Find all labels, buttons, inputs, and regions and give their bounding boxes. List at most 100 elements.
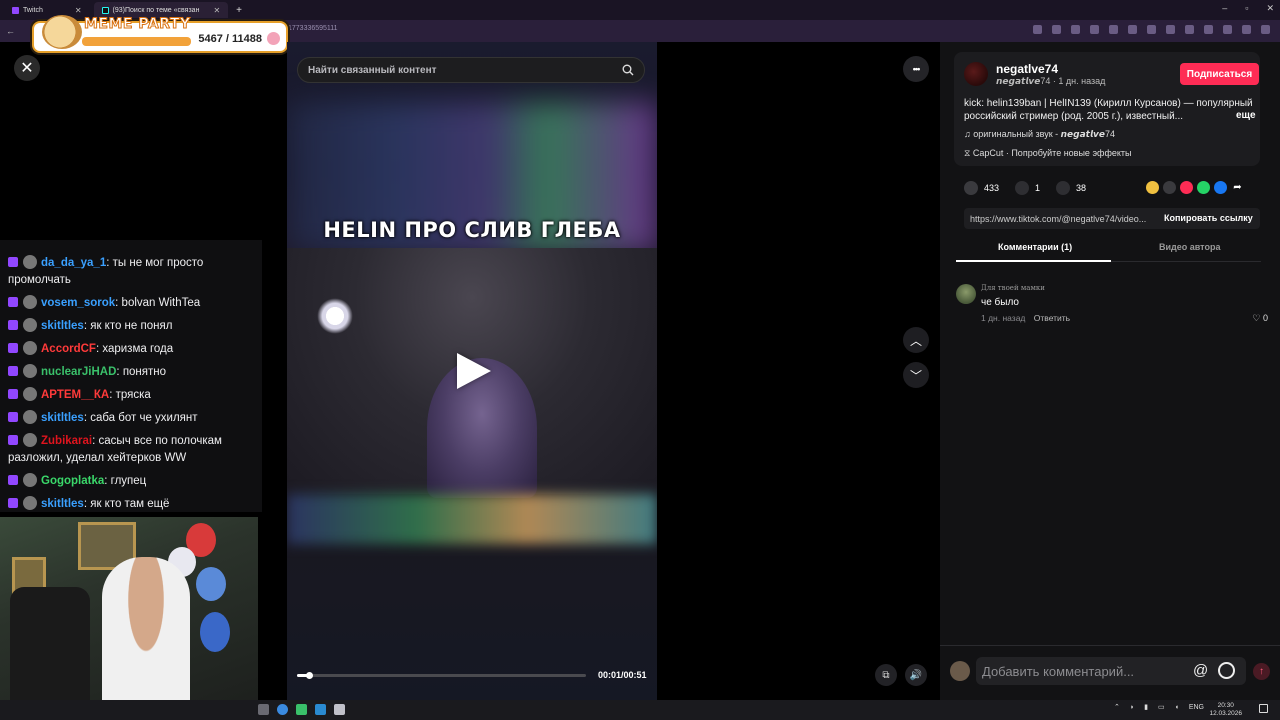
speaker-icon[interactable]: ◗	[1130, 704, 1134, 711]
extension-icon[interactable]	[1090, 25, 1099, 34]
emoji-icon[interactable]	[1218, 662, 1235, 679]
chat-username[interactable]: skitltles	[41, 498, 84, 510]
chevron-up-icon[interactable]: ⌃	[1114, 703, 1120, 711]
close-window-icon[interactable]: ✕	[1266, 3, 1274, 14]
extension-icon[interactable]	[1166, 25, 1175, 34]
chat-username[interactable]: vosem_sorok	[41, 297, 115, 309]
facebook-icon[interactable]	[1214, 181, 1227, 194]
app-icon[interactable]	[334, 704, 345, 715]
heart-icon[interactable]	[964, 181, 978, 195]
chat-username[interactable]: skitltles	[41, 320, 84, 332]
bookmark-icon[interactable]	[1056, 181, 1071, 195]
extension-icon[interactable]	[1204, 25, 1213, 34]
comment-avatar[interactable]	[956, 284, 976, 304]
like-count: 433	[984, 183, 1000, 193]
comment-username[interactable]: Для твоей мамки	[981, 284, 1045, 292]
app-icon[interactable]	[296, 704, 307, 715]
tab-author-videos[interactable]: Видео автора	[1159, 242, 1220, 252]
chat-username[interactable]: nuclearJiHAD	[41, 366, 116, 378]
embed-icon[interactable]	[1163, 181, 1176, 194]
clock-date: 12.03.2026	[1209, 710, 1242, 717]
repost-icon[interactable]	[1146, 181, 1159, 194]
description-more-link[interactable]: еще	[1236, 110, 1256, 121]
chat-message: AccordCF: харизма года	[0, 338, 262, 361]
chat-username[interactable]: Gogoplatka	[41, 475, 104, 487]
extension-icon[interactable]	[1071, 25, 1080, 34]
bookmark-star-icon[interactable]	[1052, 25, 1061, 34]
video-progress-bar[interactable]	[297, 672, 586, 679]
extension-icon[interactable]	[1109, 25, 1118, 34]
network-icon[interactable]: ▭	[1158, 703, 1165, 711]
doge-icon	[42, 15, 82, 49]
close-icon: ✕	[20, 60, 34, 77]
chevron-down-icon: ﹀	[909, 368, 922, 383]
previous-video-button[interactable]: ︿	[903, 327, 929, 353]
chat-username[interactable]: AccordCF	[41, 343, 96, 355]
subscriber-badge-icon	[8, 343, 18, 353]
share-link-text: https://www.tiktok.com/@negatlve74/video…	[970, 213, 1147, 224]
chat-text: bolvan WithTea	[121, 297, 201, 309]
close-tab-icon[interactable]: ✕	[75, 6, 82, 15]
app-icon[interactable]	[315, 704, 326, 715]
clock[interactable]: 20:30 12.03.2026	[1209, 702, 1242, 718]
copy-link-button[interactable]: Копировать ссылку	[1164, 213, 1253, 223]
video-actions: 433 1 38	[964, 181, 1086, 195]
chat-message: АРТЕМ__КА: тряска	[0, 384, 262, 407]
next-video-button[interactable]: ﹀	[903, 362, 929, 388]
chat-text: тряска	[115, 389, 151, 401]
maximize-icon[interactable]: ▫	[1245, 3, 1248, 14]
send-arrow-icon: ↑	[1259, 666, 1264, 677]
mention-icon[interactable]: @	[1193, 662, 1208, 679]
volume-button[interactable]: 🔊	[905, 664, 927, 686]
comment-like[interactable]: ♡ 0	[1252, 313, 1268, 324]
volume-icon[interactable]: ◖	[1175, 704, 1179, 711]
extension-icon[interactable]	[1147, 25, 1156, 34]
close-button[interactable]: ✕	[14, 55, 40, 81]
comment-icon[interactable]	[1015, 181, 1030, 195]
extension-icon[interactable]	[1223, 25, 1232, 34]
chrome-icon[interactable]	[277, 704, 288, 715]
new-tab-icon[interactable]: +	[236, 5, 242, 16]
menu-icon[interactable]	[1261, 25, 1270, 34]
whatsapp-icon[interactable]	[1197, 181, 1210, 194]
profile-icon[interactable]	[1242, 25, 1251, 34]
browser-tab-twitch[interactable]: Twitch ✕	[4, 2, 90, 18]
search-icon[interactable]	[622, 64, 634, 76]
pip-button[interactable]: ⧉	[875, 664, 897, 686]
url-text[interactable]: 1773336595111	[288, 25, 338, 32]
mic-icon[interactable]: ▮	[1144, 703, 1148, 711]
chat-message: vosem_sorok: bolvan WithTea	[0, 292, 262, 315]
author-name[interactable]: negatlve74	[996, 62, 1058, 76]
comment-input-placeholder: Добавить комментарий...	[982, 663, 1135, 679]
extension-icon[interactable]	[1128, 25, 1137, 34]
video-progress-knob[interactable]	[305, 672, 313, 679]
comment-reply-button[interactable]: Ответить	[1034, 313, 1070, 323]
extension-icon[interactable]	[1185, 25, 1194, 34]
chat-username[interactable]: АРТЕМ__КА	[41, 389, 109, 401]
share-arrow-icon[interactable]: ➦	[1231, 181, 1244, 194]
tab-comments[interactable]: Комментарии (1)	[998, 242, 1072, 252]
chat-username[interactable]: Zubikarai	[41, 435, 92, 447]
related-search-input[interactable]: Найти связанный контент	[297, 57, 645, 83]
send-comment-button[interactable]: ↑	[1253, 663, 1270, 680]
back-icon[interactable]: ←	[6, 26, 15, 36]
language-indicator[interactable]: ENG	[1189, 704, 1204, 711]
screen-icon[interactable]	[1033, 25, 1042, 34]
clock-time: 20:30	[1217, 702, 1234, 709]
send-icon[interactable]	[1180, 181, 1193, 194]
close-tab-icon[interactable]: ✕	[213, 6, 220, 15]
follow-button[interactable]: Подписаться	[1180, 63, 1259, 85]
chat-username[interactable]: da_da_ya_1	[41, 257, 106, 269]
play-icon[interactable]	[457, 353, 491, 389]
minimize-icon[interactable]: –	[1222, 3, 1227, 14]
author-avatar[interactable]	[964, 62, 988, 86]
more-options-button[interactable]: •••	[903, 56, 929, 82]
gaming-chair	[10, 587, 90, 717]
sound-link[interactable]: ♫ оригинальный звук - 𝙣𝙚𝙜𝙖𝙩𝙡𝙫𝙚74	[964, 129, 1115, 140]
chat-username[interactable]: skitltles	[41, 412, 84, 424]
chat-avatar	[23, 255, 37, 269]
notification-icon[interactable]	[1259, 704, 1268, 713]
capcut-link[interactable]: ⧖ CapCut · Попробуйте новые эффекты	[964, 148, 1131, 159]
chat-avatar	[23, 318, 37, 332]
app-icon[interactable]	[258, 704, 269, 715]
